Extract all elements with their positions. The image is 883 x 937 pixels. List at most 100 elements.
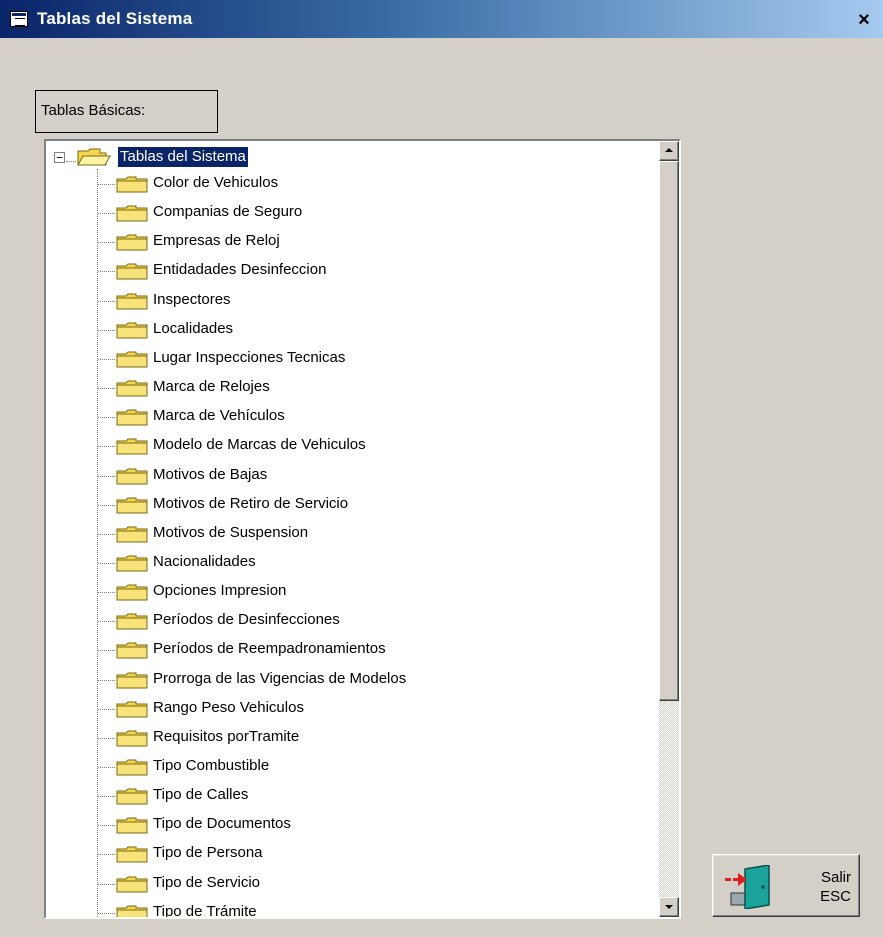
folder-icon bbox=[116, 468, 148, 485]
folder-icon bbox=[116, 205, 148, 222]
tree-item-label[interactable]: Lugar Inspecciones Tecnicas bbox=[153, 348, 345, 368]
tree-item-label[interactable]: Tipo Combustible bbox=[153, 756, 269, 776]
folder-icon bbox=[116, 788, 148, 805]
tree-item[interactable]: Motivos de Suspension bbox=[46, 519, 646, 548]
folder-icon bbox=[116, 730, 148, 747]
tree-item-label[interactable]: Tipo de Trámite bbox=[153, 902, 257, 917]
tree-item-label[interactable]: Períodos de Desinfecciones bbox=[153, 610, 340, 630]
tree-item-label[interactable]: Entidadades Desinfeccion bbox=[153, 260, 326, 280]
tree-item-label[interactable]: Tipo de Documentos bbox=[153, 814, 291, 834]
tree-item-label[interactable]: Marca de Vehículos bbox=[153, 406, 285, 426]
exit-door-icon bbox=[725, 865, 770, 909]
folder-icon bbox=[116, 584, 148, 601]
collapse-icon[interactable]: − bbox=[54, 152, 65, 163]
folder-icon bbox=[116, 642, 148, 659]
tree-item[interactable]: Prorroga de las Vigencias de Modelos bbox=[46, 665, 646, 694]
tree-item[interactable]: Tipo de Servicio bbox=[46, 869, 646, 898]
window-icon bbox=[10, 11, 28, 27]
tree-item-label[interactable]: Motivos de Bajas bbox=[153, 465, 267, 485]
folder-icon bbox=[116, 672, 148, 689]
tree-connector bbox=[98, 446, 115, 447]
vertical-scrollbar[interactable] bbox=[659, 141, 679, 917]
folder-icon bbox=[116, 409, 148, 426]
tree-item-label[interactable]: Requisitos porTramite bbox=[153, 727, 299, 747]
tree-connector bbox=[98, 330, 115, 331]
tree-item[interactable]: Motivos de Retiro de Servicio bbox=[46, 490, 646, 519]
scroll-thumb[interactable] bbox=[659, 161, 679, 701]
tree-item-label[interactable]: Color de Vehiculos bbox=[153, 173, 278, 193]
tree-connector bbox=[98, 213, 115, 214]
tree-item-label[interactable]: Tipo de Persona bbox=[153, 843, 263, 863]
tree-item[interactable]: Rango Peso Vehiculos bbox=[46, 694, 646, 723]
folder-icon bbox=[116, 234, 148, 251]
group-label: Tablas Básicas: bbox=[41, 102, 146, 119]
tree-connector bbox=[98, 242, 115, 243]
folder-icon bbox=[116, 497, 148, 514]
scroll-up-button[interactable] bbox=[659, 141, 679, 161]
tree-connector bbox=[98, 388, 115, 389]
tree-connector bbox=[98, 854, 115, 855]
tree-item[interactable]: Tipo Combustible bbox=[46, 752, 646, 781]
tree-item[interactable]: Tipo de Trámite bbox=[46, 898, 646, 917]
tree-item-label[interactable]: Marca de Relojes bbox=[153, 377, 270, 397]
tree-item-label[interactable]: Tipo de Servicio bbox=[153, 873, 260, 893]
folder-icon bbox=[116, 701, 148, 718]
tree-connector bbox=[98, 796, 115, 797]
tree-root-label[interactable]: Tablas del Sistema bbox=[118, 147, 248, 167]
tree-connector bbox=[98, 301, 115, 302]
folder-icon bbox=[116, 846, 148, 863]
group-label-box: Tablas Básicas: bbox=[35, 90, 218, 133]
exit-button-line1: Salir bbox=[820, 869, 851, 886]
tree-root[interactable]: − Tablas del Sistema bbox=[46, 145, 646, 169]
tree-item[interactable]: Requisitos porTramite bbox=[46, 723, 646, 752]
tree-item[interactable]: Tipo de Calles bbox=[46, 781, 646, 810]
folder-icon bbox=[116, 526, 148, 543]
tree-view[interactable]: − Tablas del Sistema Color de Vehiculos C… bbox=[44, 139, 681, 919]
folder-icon bbox=[116, 176, 148, 193]
folder-icon bbox=[116, 438, 148, 455]
tree-item-label[interactable]: Empresas de Reloj bbox=[153, 231, 280, 251]
tree-item[interactable]: Marca de Vehículos bbox=[46, 402, 646, 431]
tree-connector bbox=[98, 738, 115, 739]
tree-item[interactable]: Tipo de Persona bbox=[46, 839, 646, 868]
close-button[interactable]: × bbox=[853, 10, 875, 30]
tree-item[interactable]: Opciones Impresion bbox=[46, 577, 646, 606]
tree-connector bbox=[98, 913, 115, 914]
tree-connector bbox=[98, 621, 115, 622]
tree-item[interactable]: Motivos de Bajas bbox=[46, 461, 646, 490]
tree-item[interactable]: Marca de Relojes bbox=[46, 373, 646, 402]
tree-item[interactable]: Entidadades Desinfeccion bbox=[46, 256, 646, 285]
tree-item-label[interactable]: Localidades bbox=[153, 319, 233, 339]
tree-item-label[interactable]: Prorroga de las Vigencias de Modelos bbox=[153, 669, 406, 689]
tree-connector bbox=[98, 563, 115, 564]
tree-item-label[interactable]: Tipo de Calles bbox=[153, 785, 248, 805]
tree-item-label[interactable]: Motivos de Retiro de Servicio bbox=[153, 494, 348, 514]
tree-item-label[interactable]: Companias de Seguro bbox=[153, 202, 302, 222]
tree-item[interactable]: Color de Vehiculos bbox=[46, 169, 646, 198]
tree-item-label[interactable]: Nacionalidades bbox=[153, 552, 256, 572]
exit-button[interactable]: Salir ESC bbox=[712, 854, 860, 917]
folder-icon bbox=[116, 876, 148, 893]
tree-item[interactable]: Empresas de Reloj bbox=[46, 227, 646, 256]
tree-item[interactable]: Lugar Inspecciones Tecnicas bbox=[46, 344, 646, 373]
tree-item-label[interactable]: Rango Peso Vehiculos bbox=[153, 698, 304, 718]
tree-item[interactable]: Companias de Seguro bbox=[46, 198, 646, 227]
tree-item[interactable]: Localidades bbox=[46, 315, 646, 344]
tree-item-label[interactable]: Motivos de Suspension bbox=[153, 523, 308, 543]
tree-item-label[interactable]: Opciones Impresion bbox=[153, 581, 286, 601]
tree-item[interactable]: Tipo de Documentos bbox=[46, 810, 646, 839]
tree-connector bbox=[98, 592, 115, 593]
tree-item[interactable]: Modelo de Marcas de Vehiculos bbox=[46, 431, 646, 460]
tree-content: − Tablas del Sistema Color de Vehiculos C… bbox=[46, 141, 659, 917]
tree-item[interactable]: Nacionalidades bbox=[46, 548, 646, 577]
folder-icon bbox=[116, 380, 148, 397]
tree-item[interactable]: Períodos de Desinfecciones bbox=[46, 606, 646, 635]
tree-connector bbox=[98, 767, 115, 768]
tree-item[interactable]: Períodos de Reempadronamientos bbox=[46, 635, 646, 664]
tree-connector bbox=[98, 359, 115, 360]
tree-item[interactable]: Inspectores bbox=[46, 286, 646, 315]
tree-item-label[interactable]: Inspectores bbox=[153, 290, 231, 310]
scroll-down-button[interactable] bbox=[659, 897, 679, 917]
tree-item-label[interactable]: Períodos de Reempadronamientos bbox=[153, 639, 386, 659]
tree-item-label[interactable]: Modelo de Marcas de Vehiculos bbox=[153, 435, 366, 455]
